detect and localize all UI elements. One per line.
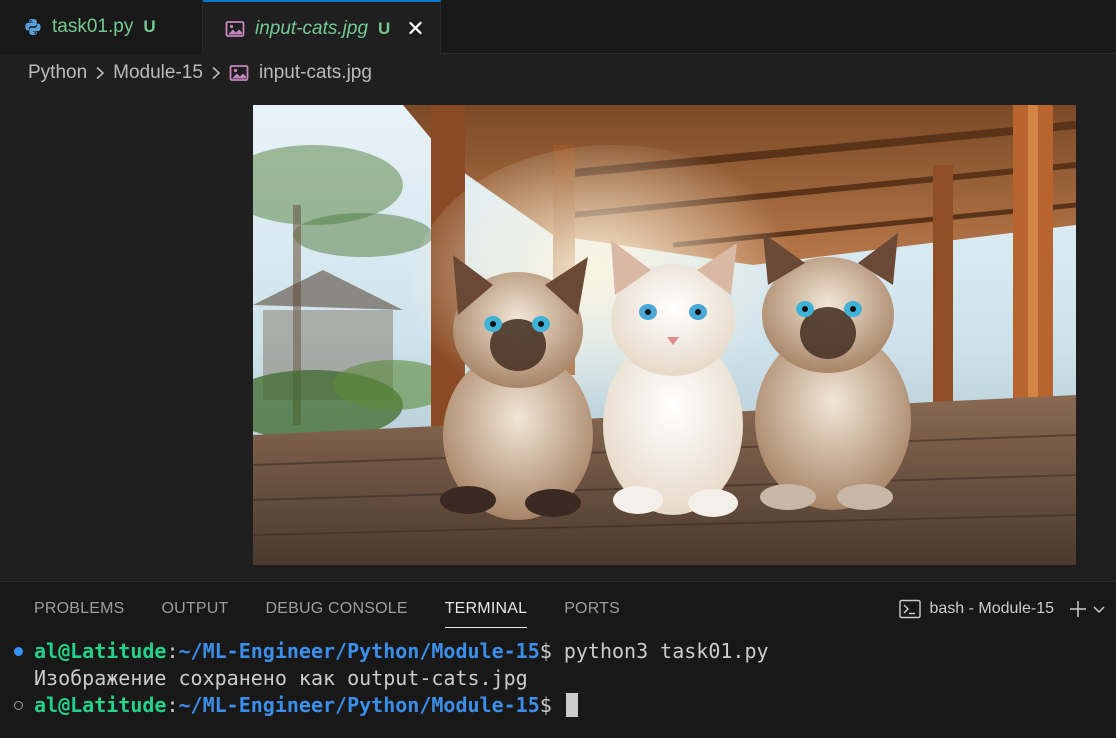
terminal-icon: [899, 599, 922, 619]
terminal-line: al@Latitude:~/ML-Engineer/Python/Module-…: [0, 692, 1116, 719]
breadcrumb: Python Module-15 input-cats.jpg: [28, 58, 372, 88]
tab-bar: task01.py U input-cats.jpg U ✕: [0, 0, 1116, 55]
panel-tabs: PROBLEMS OUTPUT DEBUG CONSOLE TERMINAL P…: [34, 582, 657, 636]
prompt-colon: :: [166, 693, 179, 717]
tab-terminal[interactable]: TERMINAL: [444, 582, 528, 636]
prompt-symbol: $: [539, 639, 564, 663]
tab-input-cats[interactable]: input-cats.jpg U ✕: [203, 0, 441, 55]
breadcrumb-item-file[interactable]: input-cats.jpg: [259, 62, 372, 84]
prompt-colon: :: [166, 639, 179, 663]
tab-ports[interactable]: PORTS: [564, 582, 620, 636]
image-file-icon: [229, 64, 249, 82]
plus-icon[interactable]: [1068, 599, 1088, 619]
prompt-user: al@Latitude: [34, 693, 167, 717]
tab-problems[interactable]: PROBLEMS: [34, 582, 125, 636]
kittens-image: [253, 105, 1076, 565]
image-viewer: [0, 92, 1116, 580]
chevron-right-icon: [95, 66, 105, 80]
terminal-line: Изображение сохранено как output-cats.jp…: [0, 665, 1116, 692]
bottom-panel: PROBLEMS OUTPUT DEBUG CONSOLE TERMINAL P…: [0, 581, 1116, 738]
terminal-selector[interactable]: bash - Module-15: [929, 600, 1054, 618]
prompt-user: al@Latitude: [34, 639, 167, 663]
tab-output[interactable]: OUTPUT: [162, 582, 229, 636]
command-success-dot-icon[interactable]: [14, 647, 23, 656]
untracked-badge: U: [378, 18, 391, 38]
chevron-right-icon: [211, 66, 221, 80]
tab-task01[interactable]: task01.py U: [0, 0, 203, 54]
prompt-symbol: $: [539, 693, 564, 717]
command-pending-dot-icon[interactable]: [14, 701, 23, 710]
image-file-icon: [225, 20, 245, 38]
tab-label: input-cats.jpg: [255, 17, 369, 39]
prompt-path: ~/ML-Engineer/Python/Module-15: [178, 639, 540, 663]
output-text: Изображение сохранено как output-cats.jp…: [34, 666, 528, 690]
breadcrumb-item-python[interactable]: Python: [28, 62, 87, 84]
untracked-badge: U: [143, 17, 156, 36]
terminal-line: al@Latitude:~/ML-Engineer/Python/Module-…: [0, 638, 1116, 665]
breadcrumb-item-module[interactable]: Module-15: [113, 62, 203, 84]
chevron-down-icon[interactable]: [1092, 602, 1106, 616]
terminal-output[interactable]: al@Latitude:~/ML-Engineer/Python/Module-…: [0, 638, 1116, 719]
terminal-cursor: [565, 693, 578, 717]
prompt-path: ~/ML-Engineer/Python/Module-15: [178, 693, 540, 717]
terminal-controls: bash - Module-15: [899, 582, 1106, 636]
tab-debug-console[interactable]: DEBUG CONSOLE: [266, 582, 408, 636]
close-icon[interactable]: ✕: [406, 17, 424, 40]
cats-photo: [253, 105, 1076, 565]
python-icon: [24, 18, 42, 36]
editor-window: task01.py U input-cats.jpg U ✕ Python Mo…: [0, 0, 1116, 738]
tab-label: task01.py: [52, 16, 134, 37]
command-text: python3 task01.py: [563, 639, 769, 663]
